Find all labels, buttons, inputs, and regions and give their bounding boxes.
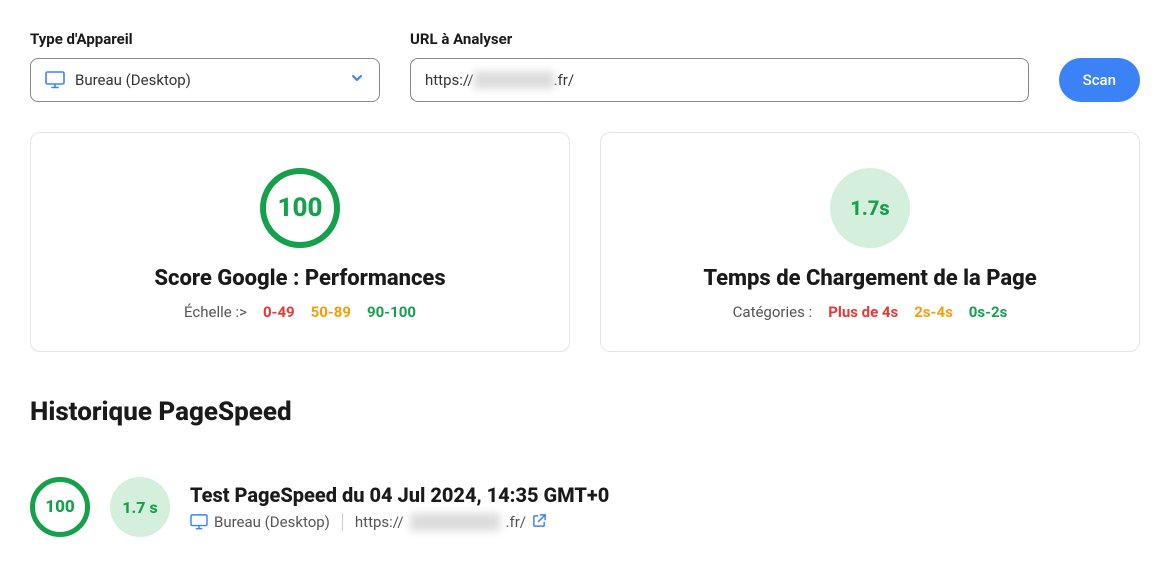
history-test-title: Test PageSpeed du 04 Jul 2024, 14:35 GMT…	[190, 483, 609, 507]
device-type-value: Bureau (Desktop)	[75, 71, 349, 89]
loadtime-range-red: Plus de 4s	[828, 303, 898, 321]
url-blurred: xxxxxxxx	[474, 71, 554, 89]
time-circle: 1.7s	[830, 168, 910, 248]
score-circle: 100	[260, 168, 340, 248]
history-time-circle: 1.7 s	[110, 477, 170, 537]
score-range-red: 0-49	[263, 303, 295, 321]
history-url-prefix: https://	[355, 513, 404, 531]
history-url[interactable]: https:// xxxxxxxx .fr/	[355, 513, 547, 532]
history-entry[interactable]: 100 1.7 s Test PageSpeed du 04 Jul 2024,…	[30, 477, 1140, 537]
url-prefix: https://	[425, 71, 474, 89]
url-label: URL à Analyser	[410, 30, 1029, 48]
monitor-icon	[45, 71, 65, 89]
monitor-icon	[190, 514, 208, 530]
load-time-card: 1.7s Temps de Chargement de la Page Caté…	[600, 132, 1140, 352]
external-link-icon[interactable]	[532, 513, 547, 532]
loadtime-card-title: Temps de Chargement de la Page	[703, 266, 1036, 291]
history-title: Historique PageSpeed	[30, 397, 1140, 427]
history-device-text: Bureau (Desktop)	[214, 513, 330, 531]
url-input[interactable]: https://xxxxxxxx.fr/	[410, 58, 1029, 102]
device-type-select[interactable]: Bureau (Desktop)	[30, 58, 380, 102]
score-scale-label: Échelle :>	[184, 303, 247, 321]
score-range-orange: 50-89	[311, 303, 351, 321]
history-score-circle: 100	[30, 477, 90, 537]
url-suffix: .fr/	[554, 71, 574, 89]
device-type-label: Type d'Appareil	[30, 30, 380, 48]
score-card-title: Score Google : Performances	[154, 266, 445, 291]
history-device: Bureau (Desktop)	[190, 513, 330, 531]
chevron-down-icon	[349, 70, 365, 90]
divider	[342, 513, 343, 531]
history-url-suffix: .fr/	[506, 513, 526, 531]
scan-button[interactable]: Scan	[1059, 58, 1140, 102]
loadtime-range-green: 0s-2s	[969, 303, 1008, 321]
performance-score-card: 100 Score Google : Performances Échelle …	[30, 132, 570, 352]
score-range-green: 90-100	[367, 303, 416, 321]
loadtime-range-orange: 2s-4s	[914, 303, 953, 321]
loadtime-scale-label: Catégories :	[733, 303, 813, 321]
history-url-blurred: xxxxxxxx	[410, 513, 500, 531]
